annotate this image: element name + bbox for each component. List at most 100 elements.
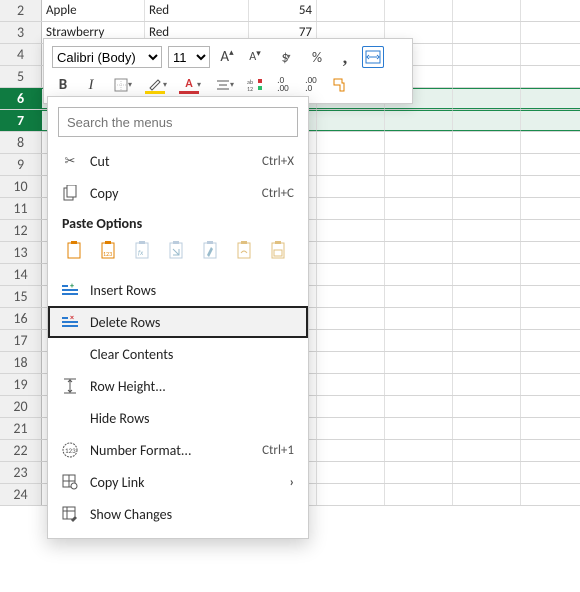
font-family-select[interactable]: Calibri (Body) bbox=[52, 46, 162, 68]
cell[interactable] bbox=[453, 418, 521, 439]
cell[interactable] bbox=[317, 198, 385, 219]
paste-picture-button[interactable] bbox=[266, 240, 290, 264]
cell[interactable] bbox=[385, 484, 453, 505]
cell[interactable] bbox=[385, 198, 453, 219]
decrease-decimal-button[interactable]: .00.0 bbox=[300, 74, 322, 96]
row-header[interactable]: 11 bbox=[0, 198, 42, 219]
paste-button[interactable] bbox=[62, 240, 86, 264]
cell[interactable] bbox=[385, 330, 453, 351]
cell[interactable] bbox=[521, 308, 580, 329]
cell[interactable] bbox=[453, 0, 521, 21]
row-header[interactable]: 7 bbox=[0, 110, 42, 131]
cell[interactable] bbox=[385, 308, 453, 329]
merge-center-button[interactable] bbox=[362, 46, 384, 68]
cell[interactable] bbox=[317, 330, 385, 351]
cell[interactable] bbox=[385, 110, 453, 131]
cell[interactable] bbox=[385, 286, 453, 307]
cell[interactable] bbox=[521, 418, 580, 439]
cell[interactable] bbox=[453, 198, 521, 219]
paste-formulas-button[interactable]: fx bbox=[130, 240, 154, 264]
increase-font-button[interactable]: A▴ bbox=[216, 46, 238, 68]
currency-format-button[interactable]: $▾ bbox=[272, 46, 300, 68]
cell[interactable] bbox=[453, 484, 521, 505]
cell[interactable] bbox=[453, 132, 521, 153]
bold-button[interactable]: B bbox=[52, 74, 74, 96]
menu-copy[interactable]: Copy Ctrl+C bbox=[48, 177, 308, 209]
decrease-font-button[interactable]: A▾ bbox=[244, 46, 266, 68]
menu-copy-link[interactable]: Copy Link › bbox=[48, 466, 308, 498]
cell[interactable] bbox=[521, 176, 580, 197]
font-size-select[interactable]: 11 bbox=[168, 46, 210, 68]
cell[interactable] bbox=[453, 352, 521, 373]
cell[interactable] bbox=[521, 352, 580, 373]
menu-hide-rows[interactable]: Hide Rows bbox=[48, 402, 308, 434]
cell[interactable] bbox=[453, 22, 521, 43]
menu-show-changes[interactable]: Show Changes bbox=[48, 498, 308, 530]
cell[interactable] bbox=[521, 88, 580, 109]
cell[interactable] bbox=[385, 440, 453, 461]
cell[interactable] bbox=[521, 396, 580, 417]
cell[interactable] bbox=[385, 132, 453, 153]
menu-number-format[interactable]: 123 Number Format... Ctrl+1 bbox=[48, 434, 308, 466]
increase-decimal-button[interactable]: .0.00 bbox=[272, 74, 294, 96]
cell[interactable] bbox=[521, 110, 580, 131]
cell[interactable] bbox=[317, 396, 385, 417]
row-header[interactable]: 18 bbox=[0, 352, 42, 373]
cell[interactable] bbox=[317, 286, 385, 307]
cell[interactable] bbox=[521, 330, 580, 351]
format-painter-button[interactable] bbox=[328, 74, 350, 96]
row-header[interactable]: 15 bbox=[0, 286, 42, 307]
cell[interactable] bbox=[317, 154, 385, 175]
cell[interactable] bbox=[385, 264, 453, 285]
cell[interactable] bbox=[317, 264, 385, 285]
cell[interactable] bbox=[453, 440, 521, 461]
cell[interactable] bbox=[317, 374, 385, 395]
menu-row-height[interactable]: Row Height... bbox=[48, 370, 308, 402]
cell[interactable] bbox=[453, 176, 521, 197]
cell[interactable] bbox=[385, 154, 453, 175]
row-header[interactable]: 3 bbox=[0, 22, 42, 43]
row-header[interactable]: 16 bbox=[0, 308, 42, 329]
cell[interactable] bbox=[521, 132, 580, 153]
cell[interactable] bbox=[521, 286, 580, 307]
menu-insert-rows[interactable]: + Insert Rows bbox=[48, 274, 308, 306]
cell[interactable] bbox=[385, 396, 453, 417]
cell[interactable] bbox=[453, 242, 521, 263]
row-header[interactable]: 6 bbox=[0, 88, 42, 109]
row-header[interactable]: 2 bbox=[0, 0, 42, 21]
cell[interactable] bbox=[317, 484, 385, 505]
cell[interactable] bbox=[317, 242, 385, 263]
cell[interactable] bbox=[317, 110, 385, 131]
cell[interactable] bbox=[453, 308, 521, 329]
row-header[interactable]: 23 bbox=[0, 462, 42, 483]
paste-values-button[interactable]: 123 bbox=[96, 240, 120, 264]
cell[interactable] bbox=[521, 198, 580, 219]
row-header[interactable]: 19 bbox=[0, 374, 42, 395]
row-header[interactable]: 24 bbox=[0, 484, 42, 505]
italic-button[interactable]: I bbox=[80, 74, 102, 96]
cell[interactable] bbox=[521, 44, 580, 65]
cell[interactable] bbox=[521, 0, 580, 21]
cell[interactable]: 54 bbox=[249, 0, 317, 21]
cell[interactable] bbox=[385, 176, 453, 197]
conditional-format-button[interactable]: ab12 bbox=[244, 74, 266, 96]
row-header[interactable]: 9 bbox=[0, 154, 42, 175]
row-header[interactable]: 20 bbox=[0, 396, 42, 417]
cell[interactable] bbox=[521, 22, 580, 43]
menu-delete-rows[interactable]: × Delete Rows bbox=[48, 306, 308, 338]
menu-search-input[interactable] bbox=[58, 107, 298, 137]
cell[interactable] bbox=[453, 396, 521, 417]
cell[interactable] bbox=[453, 330, 521, 351]
cell[interactable] bbox=[317, 418, 385, 439]
font-color-button[interactable]: A▾ bbox=[176, 74, 204, 96]
cell[interactable] bbox=[453, 88, 521, 109]
cell[interactable] bbox=[521, 462, 580, 483]
align-button[interactable]: ▾ bbox=[210, 74, 238, 96]
row-header[interactable]: 22 bbox=[0, 440, 42, 461]
cell[interactable] bbox=[385, 352, 453, 373]
cell[interactable] bbox=[385, 0, 453, 21]
row-header[interactable]: 12 bbox=[0, 220, 42, 241]
menu-clear-contents[interactable]: Clear Contents bbox=[48, 338, 308, 370]
cell[interactable] bbox=[453, 44, 521, 65]
row-header[interactable]: 8 bbox=[0, 132, 42, 153]
